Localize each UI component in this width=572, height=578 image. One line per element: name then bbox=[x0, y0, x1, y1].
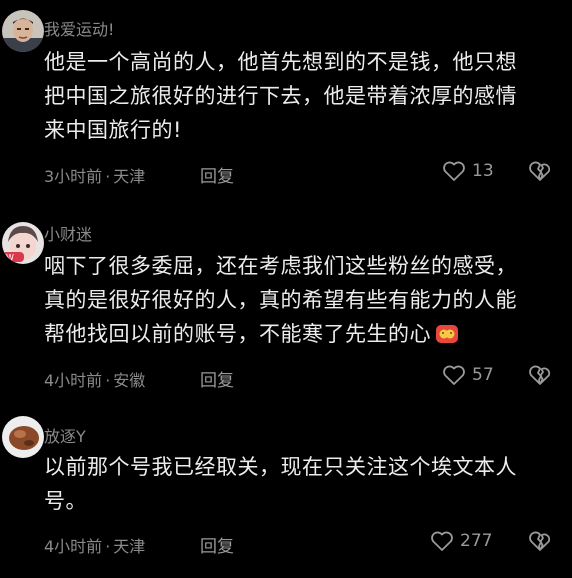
avatar[interactable] bbox=[2, 416, 44, 458]
location: 天津 bbox=[113, 537, 146, 556]
separator: · bbox=[105, 537, 111, 556]
like-button[interactable]: 277 bbox=[430, 530, 492, 552]
comment-line: 真的是很好很好的人，真的希望有些有能力的人能 bbox=[44, 288, 517, 312]
comment-line: 咽下了很多委屈，还在考虑我们这些粉丝的感受， bbox=[44, 254, 517, 278]
separator: · bbox=[105, 167, 111, 186]
emoji-icon bbox=[436, 325, 458, 343]
username[interactable]: 小财迷 bbox=[44, 221, 92, 245]
dislike-button[interactable] bbox=[528, 530, 552, 556]
comment-meta: 4小时前 · 安徽 bbox=[44, 367, 145, 391]
comment-line: 帮他找回以前的账号，不能寒了先生的心 bbox=[44, 322, 431, 346]
avatar[interactable] bbox=[2, 10, 44, 52]
comment-meta: 3小时前 · 天津 bbox=[44, 163, 145, 187]
broken-heart-icon bbox=[529, 161, 551, 181]
comment-line-with-emoji: 帮他找回以前的账号，不能寒了先生的心 bbox=[44, 317, 554, 351]
comment-text: 他是一个高尚的人，他首先想到的不是钱，他只想 把中国之旅很好的进行下去，他是带着… bbox=[44, 45, 554, 147]
timestamp: 4小时前 bbox=[44, 371, 103, 390]
svg-text:W: W bbox=[6, 253, 14, 262]
comment-meta: 4小时前 · 天津 bbox=[44, 533, 145, 557]
reply-button[interactable]: 回复 bbox=[200, 162, 234, 187]
heart-outline-icon bbox=[443, 365, 465, 385]
comment-line: 以前那个号我已经取关，现在只关注这个埃文本人 bbox=[44, 455, 517, 479]
heart-outline-icon bbox=[431, 531, 453, 551]
username[interactable]: 我爱运动! bbox=[44, 16, 114, 40]
reply-button[interactable]: 回复 bbox=[200, 366, 234, 391]
location: 安徽 bbox=[113, 371, 146, 390]
comment-line: 号。 bbox=[44, 489, 87, 513]
like-count: 277 bbox=[460, 531, 493, 551]
broken-heart-icon bbox=[529, 365, 551, 385]
comment-line: 来中国旅行的! bbox=[44, 118, 182, 142]
like-count: 57 bbox=[472, 365, 494, 385]
comment-text: 咽下了很多委屈，还在考虑我们这些粉丝的感受， 真的是很好很好的人，真的希望有些有… bbox=[44, 249, 554, 351]
dislike-button[interactable] bbox=[528, 364, 552, 390]
separator: · bbox=[105, 371, 111, 390]
dislike-button[interactable] bbox=[528, 160, 552, 186]
like-button[interactable]: 13 bbox=[442, 160, 494, 182]
username[interactable]: 放逐Y bbox=[44, 423, 86, 447]
location: 天津 bbox=[113, 167, 146, 186]
comment-text: 以前那个号我已经取关，现在只关注这个埃文本人 号。 bbox=[44, 450, 554, 518]
comment-line: 他是一个高尚的人，他首先想到的不是钱，他只想 bbox=[44, 50, 517, 74]
broken-heart-icon bbox=[529, 531, 551, 551]
like-count: 13 bbox=[472, 161, 494, 181]
timestamp: 4小时前 bbox=[44, 537, 103, 556]
heart-outline-icon bbox=[443, 161, 465, 181]
timestamp: 3小时前 bbox=[44, 167, 103, 186]
like-button[interactable]: 57 bbox=[442, 364, 494, 386]
reply-button[interactable]: 回复 bbox=[200, 532, 234, 557]
comment-line: 把中国之旅很好的进行下去，他是带着浓厚的感情 bbox=[44, 84, 517, 108]
avatar[interactable]: W bbox=[2, 222, 44, 264]
